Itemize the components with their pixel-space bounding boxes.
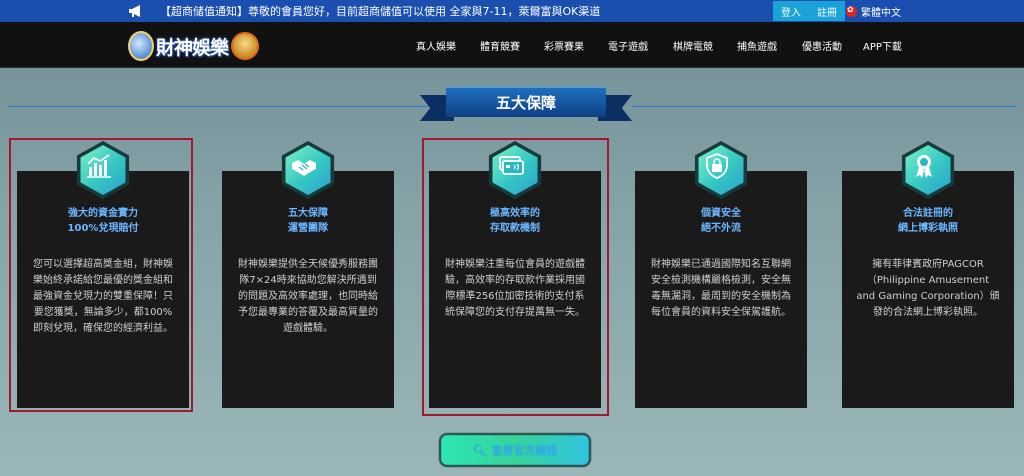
credit-card-icon [499, 156, 524, 175]
bar-chart-icon [87, 154, 111, 178]
login-button[interactable]: 登入 [773, 1, 809, 21]
nav-item-fishing[interactable]: 捕魚遊戲 [737, 38, 777, 53]
card-description: 財神娛樂提供全天候優秀服務團隊7×24時來協助您解決所遇到的問題及高效率處理，也… [238, 259, 378, 334]
nav-item-promotions[interactable]: 優惠活動 [802, 38, 842, 53]
language-selector[interactable]: 繁體中文 [846, 1, 909, 21]
guarantee-card-license: 合法註冊的 網上博彩執照 擁有菲律賓政府PAGCOR（Philippine Am… [842, 171, 1014, 408]
section-divider-right [632, 106, 1017, 107]
hong-kong-flag-icon [846, 5, 857, 17]
nav-item-lottery[interactable]: 彩票賽果 [544, 38, 584, 53]
guarantee-card-team: 五大保障 運營團隊 財神娛樂提供全天候優秀服務團隊7×24時來協助您解決所遇到的… [222, 171, 394, 408]
nav-item-app-download[interactable]: APP下載 [863, 38, 902, 53]
card-title-line1: 合法註冊的 [903, 208, 953, 219]
section-title: 五大保障 [446, 87, 606, 117]
card-title-line2: 絕不外流 [701, 223, 741, 234]
card-title-line2: 網上博彩執照 [898, 223, 958, 234]
lock-shield-icon [706, 153, 728, 179]
card-title: 強大的資金實力 100%兌現賠付 [17, 206, 189, 236]
card-description: 擁有菲律賓政府PAGCOR（Philippine Amusement and G… [856, 259, 1000, 318]
card-description: 您可以選擇超高獎金組，財神娛樂始終承諾給您最優的獎金組和最強資金兌現力的雙重保障… [33, 259, 173, 334]
announcement-bar: 【超商储值通知】尊敬的會員您好，目前超商儲值可以使用 全家與7-11，萊爾富與O… [0, 0, 1024, 22]
main-navbar: 財神娛樂 真人娛樂 體育競賽 彩票賽果 電子遊戲 棋牌電競 捕魚遊戲 優惠活動 … [0, 22, 1024, 68]
register-button[interactable]: 註冊 [809, 1, 845, 21]
award-ribbon-icon [916, 155, 932, 178]
card-title-line2: 運營團隊 [288, 223, 328, 234]
logo-text: 財神娛樂 [156, 36, 229, 59]
section-title-ribbon: 五大保障 [420, 79, 632, 127]
logo-emblem-icon [128, 31, 154, 61]
nav-item-live-casino[interactable]: 真人娛樂 [416, 38, 456, 53]
card-title-line1: 強大的資金實力 [68, 208, 138, 219]
site-logo[interactable]: 財神娛樂 [128, 24, 273, 68]
card-title-line1: 極高效率的 [490, 208, 540, 219]
guarantee-card-privacy: 個資安全 絕不外流 財神娛樂已通過國際知名互聯網安全檢測機構嚴格檢測，安全無毒無… [635, 171, 807, 408]
section-divider-left [8, 106, 428, 107]
guarantee-card-payments: 極高效率的 存取款機制 財神娛樂注重每位會員的遊戲體驗，高效率的存取款作業採用國… [429, 171, 601, 408]
card-title-line2: 存取款機制 [490, 223, 540, 234]
card-description: 財神娛樂注重每位會員的遊戲體驗，高效率的存取款作業採用國際標準256位加密技術的… [445, 259, 585, 318]
language-label: 繁體中文 [861, 7, 901, 19]
verify-official-label: 查看官方驗證 [491, 444, 558, 457]
card-title-line1: 個資安全 [701, 208, 741, 219]
nav-item-sports[interactable]: 體育競賽 [480, 38, 520, 53]
card-title-line1: 五大保障 [288, 208, 328, 219]
nav-item-chess-esports[interactable]: 棋牌電競 [673, 38, 713, 53]
card-title: 極高效率的 存取款機制 [429, 206, 601, 236]
card-description: 財神娛樂已通過國際知名互聯網安全檢測機構嚴格檢測，安全無毒無漏洞，最周到的安全機… [651, 259, 791, 318]
card-title: 五大保障 運營團隊 [222, 206, 394, 236]
card-title-line2: 100%兌現賠付 [67, 223, 139, 234]
search-icon: 🔍︎ [472, 443, 487, 457]
guarantee-card-funds: 強大的資金實力 100%兌現賠付 您可以選擇超高獎金組，財神娛樂始終承諾給您最優… [17, 171, 189, 408]
handshake-icon [292, 160, 316, 176]
announcement-text[interactable]: 【超商储值通知】尊敬的會員您好，目前超商儲值可以使用 全家與7-11，萊爾富與O… [160, 3, 760, 19]
mascot-icon [231, 32, 260, 60]
nav-item-slots[interactable]: 電子遊戲 [608, 38, 648, 53]
card-title: 個資安全 絕不外流 [635, 206, 807, 236]
megaphone-icon [129, 5, 140, 17]
card-title: 合法註冊的 網上博彩執照 [842, 206, 1014, 236]
verify-official-button[interactable]: 🔍︎ 查看官方驗證 [439, 433, 591, 467]
